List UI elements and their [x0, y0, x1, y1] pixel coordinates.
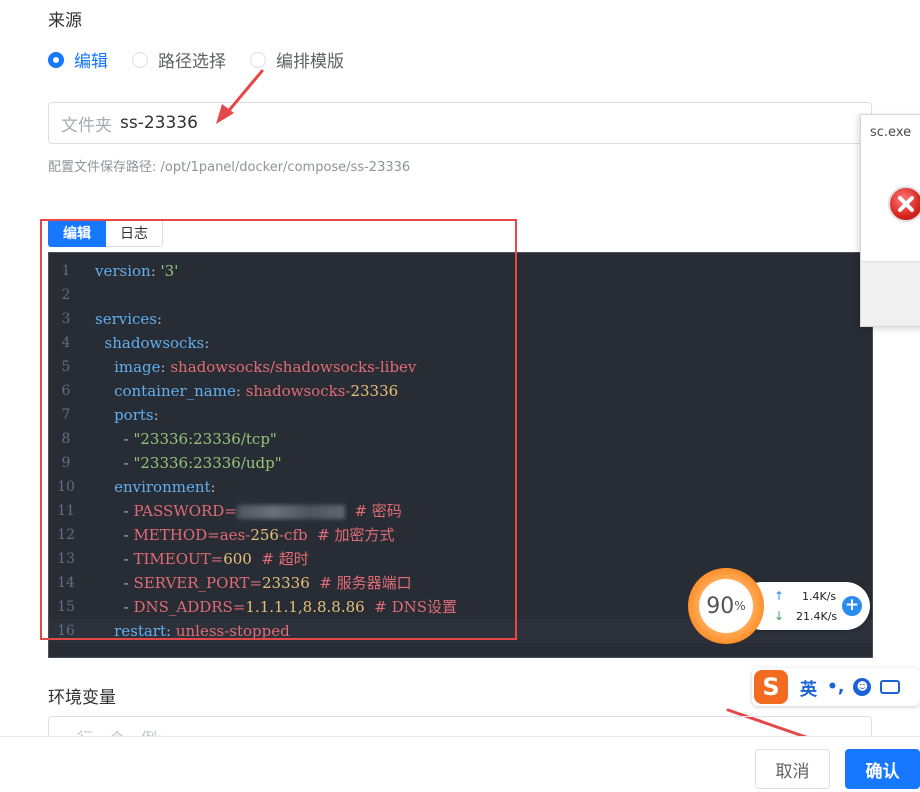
line-number: 16 [57, 623, 75, 639]
code-text[interactable]: - METHOD=aes-256-cfb # 加密方式 [95, 523, 395, 547]
memory-usage-inner: 90% [699, 579, 753, 633]
code-line[interactable]: 6 container_name: shadowsocks-23336 [49, 379, 872, 403]
radio-template-label: 编排模版 [276, 52, 344, 72]
cancel-button[interactable]: 取消 [755, 749, 830, 789]
line-number: 9 [61, 455, 71, 471]
line-number: 1 [61, 263, 71, 279]
radio-template[interactable]: 编排模版 [250, 47, 344, 72]
error-dialog-title: sc.exe [870, 125, 912, 140]
code-text[interactable]: - TIMEOUT=600 # 超时 [95, 547, 309, 571]
code-text[interactable]: shadowsocks: [95, 331, 210, 355]
line-number: 11 [57, 503, 75, 519]
radio-unchecked-icon [132, 51, 148, 68]
radio-edit[interactable]: 编辑 [48, 47, 108, 72]
ime-punctuation-toggle[interactable]: •, [827, 677, 844, 697]
confirm-button[interactable]: 确认 [845, 749, 920, 789]
code-text[interactable]: container_name: shadowsocks-23336 [95, 379, 398, 403]
error-dialog: sc.exe [860, 114, 920, 327]
arrow-down-icon: ↓ [774, 609, 785, 623]
radio-path-select-label: 路径选择 [158, 52, 226, 72]
code-text[interactable]: image: shadowsocks/shadowsocks-libev [95, 355, 416, 379]
env-label: 环境变量 [48, 688, 116, 708]
radio-checked-icon [48, 51, 64, 68]
line-number: 4 [61, 335, 71, 351]
line-number: 15 [57, 599, 75, 615]
code-line[interactable]: 3 services: [49, 307, 872, 331]
line-number: 5 [61, 359, 71, 375]
tab-log[interactable]: 日志 [106, 219, 163, 247]
line-number: 7 [61, 407, 71, 423]
download-speed: 21.4K/s [796, 610, 838, 623]
ime-toolbar[interactable]: S 英 •, ☻ [752, 668, 920, 706]
code-line[interactable]: 5 image: shadowsocks/shadowsocks-libev [49, 355, 872, 379]
code-line[interactable]: 10 environment: [49, 475, 872, 499]
code-line[interactable]: 8 - "23336:23336/tcp" [49, 427, 872, 451]
line-number: 8 [61, 431, 71, 447]
code-line[interactable]: 11 - PASSWORD= # 密码 [49, 499, 872, 523]
code-text[interactable]: - "23336:23336/tcp" [95, 427, 277, 451]
code-line[interactable]: 4 shadowsocks: [49, 331, 872, 355]
memory-usage-percent: 90 [706, 593, 735, 619]
code-line[interactable]: 2 [49, 283, 872, 307]
folder-input[interactable]: 文件夹 ss-23336 [48, 102, 872, 144]
code-text[interactable]: restart: unless-stopped [95, 619, 290, 643]
sogou-logo-icon[interactable]: S [754, 670, 788, 704]
code-text[interactable]: - "23336:23336/udp" [95, 451, 282, 475]
code-text[interactable]: - PASSWORD= # 密码 [95, 499, 402, 523]
line-number: 2 [61, 287, 71, 303]
tab-edit[interactable]: 编辑 [48, 219, 106, 247]
keyboard-icon[interactable] [880, 680, 901, 694]
code-line[interactable]: 12 - METHOD=aes-256-cfb # 加密方式 [49, 523, 872, 547]
code-text[interactable]: environment: [95, 475, 216, 499]
code-text[interactable]: services: [95, 307, 162, 331]
emoji-icon[interactable]: ☻ [853, 678, 872, 696]
radio-edit-label: 编辑 [74, 52, 108, 72]
plus-icon[interactable]: + [842, 596, 862, 616]
line-number: 13 [57, 551, 75, 567]
upload-speed: 1.4K/s [802, 590, 837, 603]
line-number: 14 [57, 575, 75, 591]
network-speed-widget[interactable]: 90% ↑ 1.4K/s ↓ 21.4K/s + [688, 568, 873, 646]
source-label: 来源 [48, 11, 82, 31]
line-number: 3 [61, 311, 71, 327]
line-number: 6 [61, 383, 71, 399]
code-text[interactable]: - SERVER_PORT=23336 # 服务器端口 [95, 571, 412, 595]
arrow-up-icon: ↑ [774, 589, 785, 603]
source-radio-group: 编辑 路径选择 编排模版 [48, 47, 368, 72]
error-x-icon [888, 186, 920, 222]
code-text[interactable]: - DNS_ADDRS=1.1.1.1,8.8.8.86 # DNS设置 [95, 595, 457, 619]
line-number: 12 [57, 527, 75, 543]
code-line[interactable]: 9 - "23336:23336/udp" [49, 451, 872, 475]
code-line[interactable]: 1 version: '3' [49, 259, 872, 283]
error-dialog-footer [861, 261, 920, 326]
memory-usage-circle[interactable]: 90% [688, 568, 764, 644]
code-text[interactable]: version: '3' [95, 259, 178, 283]
radio-path-select[interactable]: 路径选择 [132, 47, 226, 72]
line-number: 10 [57, 479, 75, 495]
ime-language-toggle[interactable]: 英 [800, 675, 817, 700]
code-text[interactable]: ports: [95, 403, 159, 427]
editor-tabs: 编辑 日志 [48, 219, 163, 247]
code-line[interactable]: 7 ports: [49, 403, 872, 427]
memory-usage-percent-sign: % [734, 599, 746, 613]
folder-input-value[interactable]: ss-23336 [120, 113, 198, 133]
folder-input-prefix: 文件夹 [61, 115, 112, 136]
config-path-hint: 配置文件保存路径: /opt/1panel/docker/compose/ss-… [48, 160, 411, 175]
radio-unchecked-icon [250, 51, 266, 68]
